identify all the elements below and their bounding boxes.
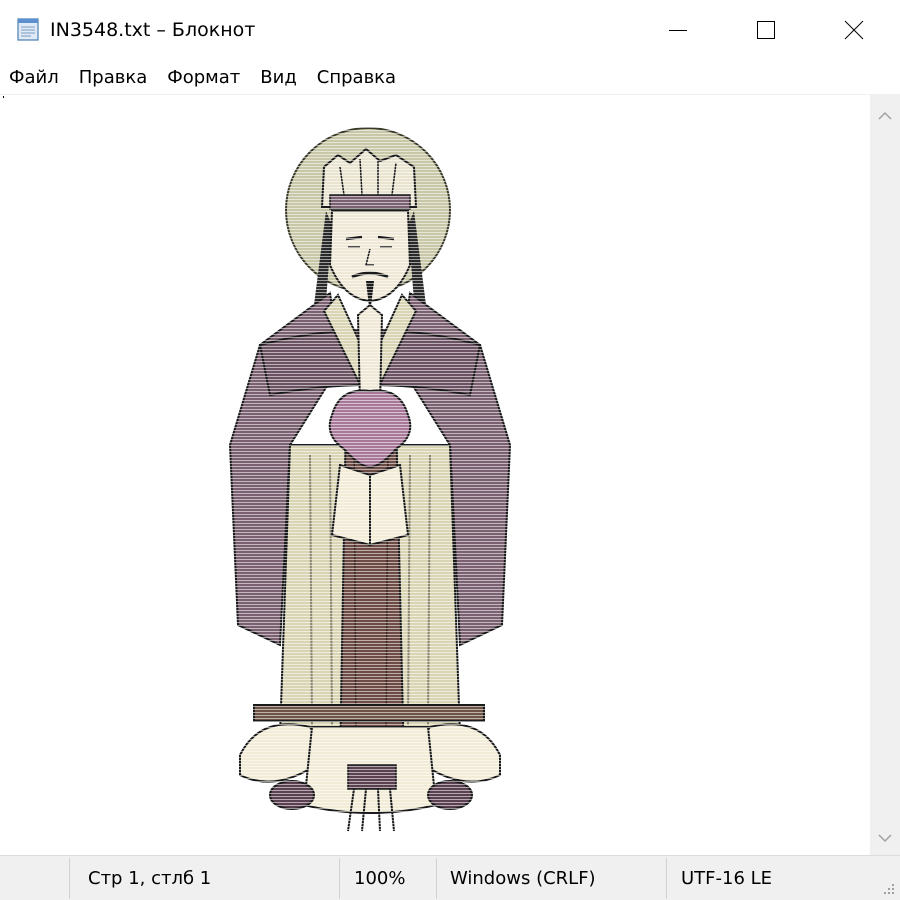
status-bar: Стр 1, стлб 1 100% Windows (CRLF) UTF-16… bbox=[0, 855, 900, 900]
status-cursor-position: Стр 1, стлб 1 bbox=[88, 868, 212, 889]
vertical-scrollbar[interactable] bbox=[870, 95, 900, 855]
status-zoom: 100% bbox=[354, 868, 406, 889]
chevron-down-icon bbox=[878, 834, 892, 843]
chevron-up-icon bbox=[878, 111, 892, 120]
scroll-down-button[interactable] bbox=[870, 821, 900, 855]
menu-file[interactable]: Файл bbox=[0, 64, 69, 92]
close-button[interactable] bbox=[808, 0, 900, 60]
menu-help[interactable]: Справка bbox=[307, 64, 406, 92]
text-caret bbox=[3, 96, 4, 98]
close-icon bbox=[844, 20, 864, 40]
status-encoding: UTF-16 LE bbox=[681, 868, 773, 889]
minimize-icon bbox=[669, 30, 687, 31]
title-bar[interactable]: IN3548.txt – Блокнот bbox=[0, 0, 900, 60]
menu-bar: Файл Правка Формат Вид Справка bbox=[0, 62, 900, 94]
maximize-button[interactable] bbox=[720, 0, 812, 60]
notepad-icon bbox=[17, 18, 39, 41]
status-separator bbox=[666, 858, 667, 899]
resize-grip-icon[interactable] bbox=[882, 882, 896, 896]
status-line-ending: Windows (CRLF) bbox=[450, 868, 596, 889]
status-separator bbox=[436, 858, 437, 899]
scroll-up-button[interactable] bbox=[870, 99, 900, 133]
maximize-icon bbox=[757, 21, 775, 39]
status-separator bbox=[69, 858, 70, 899]
menu-edit[interactable]: Правка bbox=[69, 64, 158, 92]
window-title: IN3548.txt – Блокнот bbox=[50, 19, 256, 41]
text-editor[interactable] bbox=[0, 95, 870, 855]
minimize-button[interactable] bbox=[632, 0, 724, 60]
ascii-art-figure-icon bbox=[220, 115, 540, 845]
menu-format[interactable]: Формат bbox=[157, 64, 250, 92]
menu-view[interactable]: Вид bbox=[250, 64, 307, 92]
status-separator bbox=[339, 858, 340, 899]
